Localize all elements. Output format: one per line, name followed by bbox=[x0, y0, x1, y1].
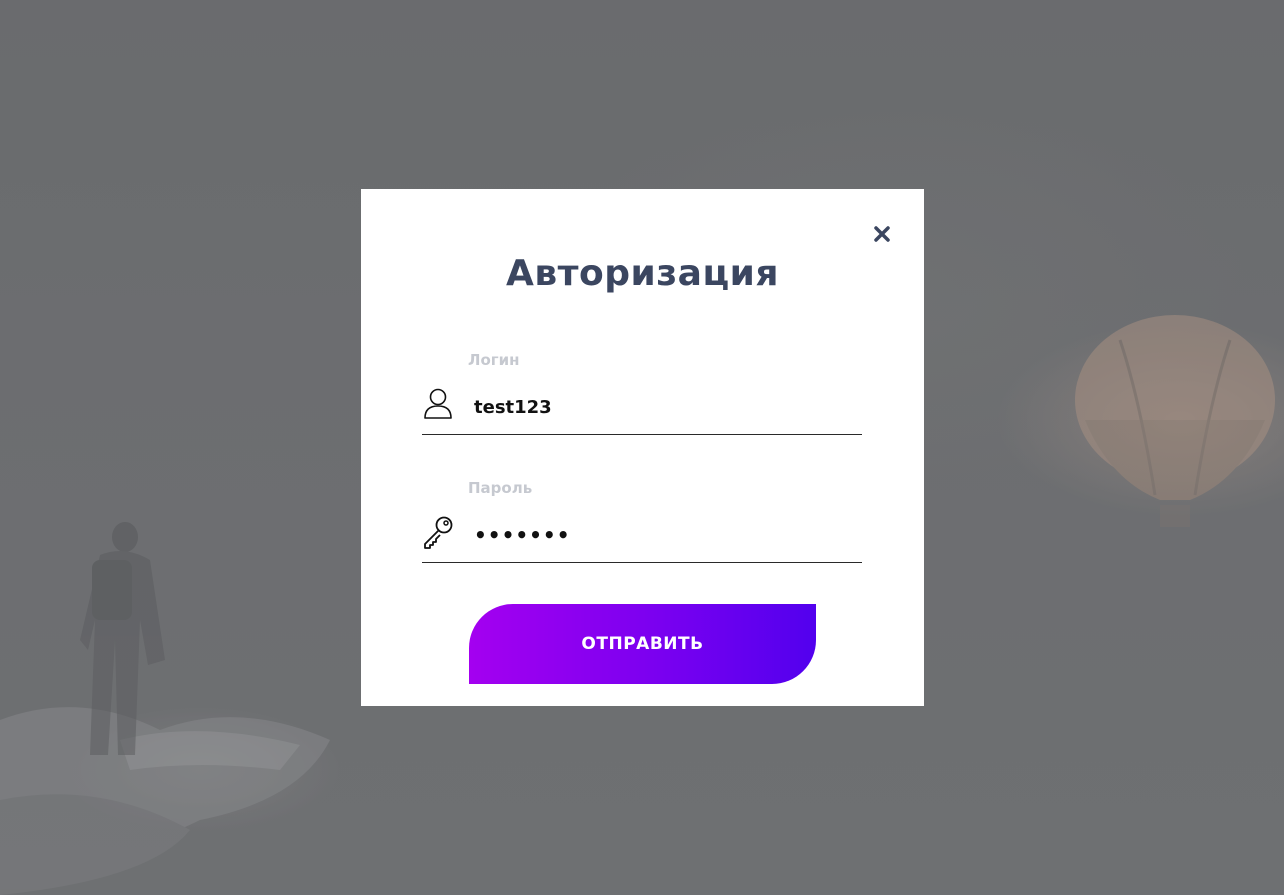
close-icon bbox=[874, 226, 890, 242]
login-field: Логин bbox=[422, 347, 862, 437]
user-icon bbox=[424, 388, 452, 419]
submit-button[interactable]: ОТПРАВИТЬ bbox=[469, 604, 816, 684]
password-underline bbox=[422, 562, 862, 563]
close-button[interactable] bbox=[867, 219, 897, 249]
auth-modal: Авторизация Логин Пароль ОТПРАВИТЬ bbox=[361, 189, 924, 706]
modal-title: Авторизация bbox=[506, 253, 779, 294]
login-input[interactable] bbox=[466, 391, 856, 423]
login-underline bbox=[422, 434, 862, 435]
password-input[interactable] bbox=[466, 519, 856, 551]
key-icon bbox=[424, 516, 453, 549]
password-field: Пароль bbox=[422, 475, 862, 565]
login-label: Логин bbox=[468, 351, 520, 369]
password-label: Пароль bbox=[468, 479, 533, 497]
